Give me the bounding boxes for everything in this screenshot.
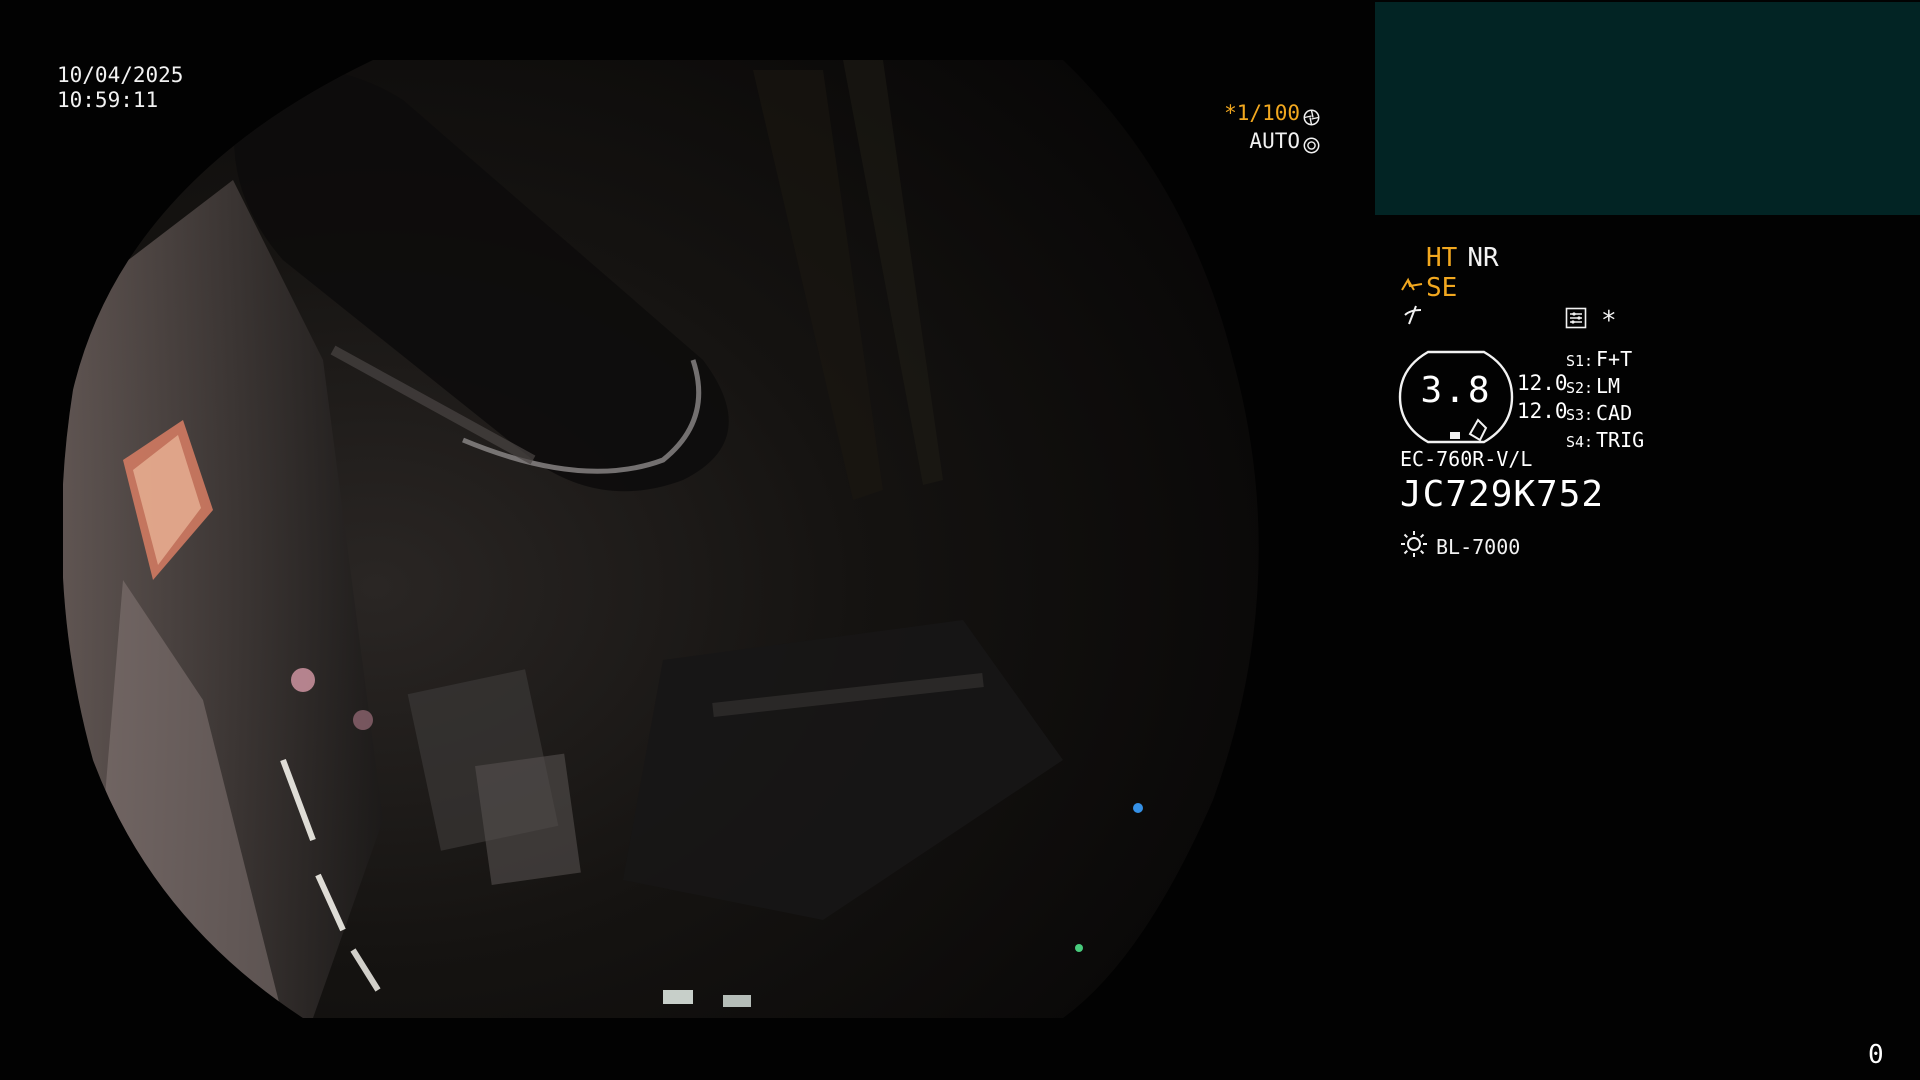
se-indicator: SE	[1426, 273, 1458, 303]
switch-key: S3:	[1566, 406, 1594, 424]
endoscope-video-feed	[63, 60, 1313, 1018]
endoscope-monitor: 10/04/2025 10:59:11 *1/100 AUTO HT NR SE…	[0, 0, 1920, 1080]
date-time-overlay: 10/04/2025 10:59:11	[57, 63, 183, 113]
gauge-upper-value: 12.0	[1517, 371, 1568, 395]
frame-counter: 0	[1868, 1040, 1884, 1070]
thumbnail-panel	[1375, 2, 1920, 215]
date-label: 10/04/2025	[57, 63, 184, 87]
scope-serial: JC729K752	[1400, 474, 1605, 515]
record-settings-icon	[1565, 306, 1587, 336]
switch-value: CAD	[1596, 401, 1633, 425]
time-label: 10:59:11	[57, 88, 159, 112]
switch-value: LM	[1596, 374, 1621, 398]
gauge-lower-value: 12.0	[1517, 399, 1568, 423]
aperture-icon	[1303, 105, 1320, 125]
switch-item: S4: TRIG	[1566, 428, 1644, 455]
iris-icon	[1303, 133, 1320, 153]
light-source-label: BL-7000	[1436, 534, 1521, 559]
switch-item: S1: F+T	[1566, 347, 1644, 374]
processing-mode-row: HT NR	[1426, 243, 1499, 273]
switch-value: F+T	[1596, 347, 1633, 371]
gauge-side-values: 12.0 12.0	[1517, 369, 1568, 425]
switch-item: S3: CAD	[1566, 401, 1644, 428]
flash-icon	[1402, 304, 1424, 332]
flash-row	[1402, 304, 1424, 332]
switch-item: S2: LM	[1566, 374, 1644, 401]
exposure-mode-label: AUTO	[1249, 129, 1300, 153]
shutter-row: *1/100	[1224, 99, 1320, 127]
ht-indicator: HT	[1426, 243, 1458, 273]
switch-value: TRIG	[1596, 428, 1645, 452]
exposure-mode-row: AUTO	[1224, 127, 1320, 155]
light-source-row: BL-7000	[1400, 530, 1520, 563]
switch-key: S2:	[1566, 379, 1594, 397]
switch-key: S1:	[1566, 352, 1594, 370]
structure-enhance-row: SE	[1400, 273, 1457, 303]
switch-key: S4:	[1566, 433, 1594, 451]
switch-assignment-list: S1: F+T S2: LM S3: CAD S4: TRIG	[1566, 347, 1644, 455]
structure-enhance-icon	[1400, 273, 1424, 303]
nr-indicator: NR	[1467, 243, 1499, 273]
exposure-overlay: *1/100 AUTO	[1224, 99, 1320, 155]
scope-model: EC-760R-V/L	[1400, 447, 1533, 471]
shutter-speed-label: *1/100	[1224, 101, 1300, 125]
light-source-icon	[1400, 530, 1428, 563]
gauge-value: 3.8	[1420, 370, 1492, 411]
star-indicator: *	[1601, 306, 1617, 336]
record-status-row: *	[1565, 306, 1617, 336]
video-image	[63, 60, 1259, 1018]
